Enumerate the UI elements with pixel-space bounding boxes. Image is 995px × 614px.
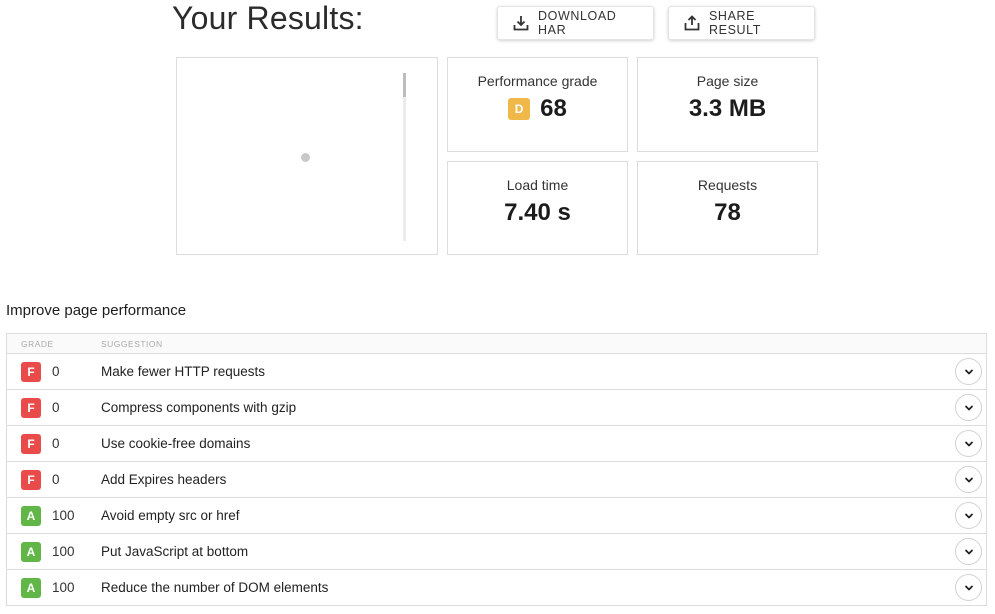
table-row[interactable]: F 0 Add Expires headers (7, 462, 986, 498)
download-har-label: DOWNLOAD HAR (538, 9, 617, 37)
performance-grade-label: Performance grade (477, 73, 598, 89)
performance-grade-value-row: D 68 (448, 95, 627, 123)
page-screenshot-preview (176, 57, 438, 255)
requests-value: 78 (714, 199, 741, 226)
grade-badge: D (508, 98, 531, 120)
row-score: 100 (52, 580, 75, 595)
table-row[interactable]: A 100 Reduce the number of DOM elements (7, 570, 986, 606)
download-icon (512, 14, 530, 32)
chevron-down-icon (964, 405, 973, 410)
row-suggestion: Add Expires headers (101, 472, 227, 487)
load-time-label: Load time (506, 177, 569, 193)
table-row[interactable]: F 0 Make fewer HTTP requests (7, 354, 986, 390)
chevron-down-icon (964, 513, 973, 518)
grade-badge: F (21, 362, 41, 382)
row-score: 0 (52, 364, 60, 379)
column-header-suggestion: SUGGESTION (101, 339, 163, 349)
row-score: 0 (52, 400, 60, 415)
chevron-down-icon (964, 477, 973, 482)
performance-grade-value: 68 (540, 95, 567, 122)
row-suggestion: Avoid empty src or href (101, 508, 240, 523)
row-score: 0 (52, 472, 60, 487)
column-header-grade: GRADE (21, 339, 54, 349)
row-score: 100 (52, 508, 75, 523)
load-time-value: 7.40 s (504, 199, 571, 226)
grade-badge: A (21, 542, 41, 562)
expand-button[interactable] (955, 502, 982, 529)
grade-badge: A (21, 578, 41, 598)
share-result-label: SHARE RESULT (709, 9, 761, 37)
row-suggestion: Make fewer HTTP requests (101, 364, 266, 379)
expand-button[interactable] (955, 574, 982, 601)
expand-button[interactable] (955, 358, 982, 385)
row-suggestion: Use cookie-free domains (101, 436, 251, 451)
preview-scrollbar[interactable] (403, 73, 406, 241)
table-row[interactable]: F 0 Use cookie-free domains (7, 426, 986, 462)
chevron-down-icon (964, 585, 973, 590)
load-time-card: Load time 7.40 s (447, 161, 628, 255)
table-row[interactable]: A 100 Avoid empty src or href (7, 498, 986, 534)
grade-badge: F (21, 434, 41, 454)
requests-label: Requests (697, 177, 758, 193)
row-suggestion: Put JavaScript at bottom (101, 544, 249, 559)
performance-grade-card: Performance grade D 68 (447, 57, 628, 152)
chevron-down-icon (964, 441, 973, 446)
page-size-label: Page size (696, 73, 759, 89)
row-suggestion: Compress components with gzip (101, 400, 297, 415)
expand-button[interactable] (955, 466, 982, 493)
table-header: GRADE SUGGESTION (7, 334, 986, 354)
chevron-down-icon (964, 369, 973, 374)
page-title: Your Results: (172, 0, 364, 36)
share-result-button[interactable]: SHARE RESULT (668, 6, 815, 40)
expand-button[interactable] (955, 538, 982, 565)
page-size-value: 3.3 MB (688, 95, 767, 122)
table-row[interactable]: A 100 Put JavaScript at bottom (7, 534, 986, 570)
chevron-down-icon (964, 549, 973, 554)
row-score: 100 (52, 544, 75, 559)
suggestions-table: GRADE SUGGESTION F 0 Make fewer HTTP req… (6, 333, 987, 606)
preview-scrollbar-thumb[interactable] (403, 73, 406, 97)
share-icon (683, 14, 701, 32)
requests-card: Requests 78 (637, 161, 818, 255)
section-title: Improve page performance (6, 302, 187, 319)
row-score: 0 (52, 436, 60, 451)
expand-button[interactable] (955, 430, 982, 457)
grade-badge: A (21, 506, 41, 526)
page-size-card: Page size 3.3 MB (637, 57, 818, 152)
download-har-button[interactable]: DOWNLOAD HAR (497, 6, 654, 40)
table-row[interactable]: F 0 Compress components with gzip (7, 390, 986, 426)
grade-badge: F (21, 470, 41, 490)
loading-dot (301, 153, 310, 162)
expand-button[interactable] (955, 394, 982, 421)
row-suggestion: Reduce the number of DOM elements (101, 580, 329, 595)
grade-badge: F (21, 398, 41, 418)
